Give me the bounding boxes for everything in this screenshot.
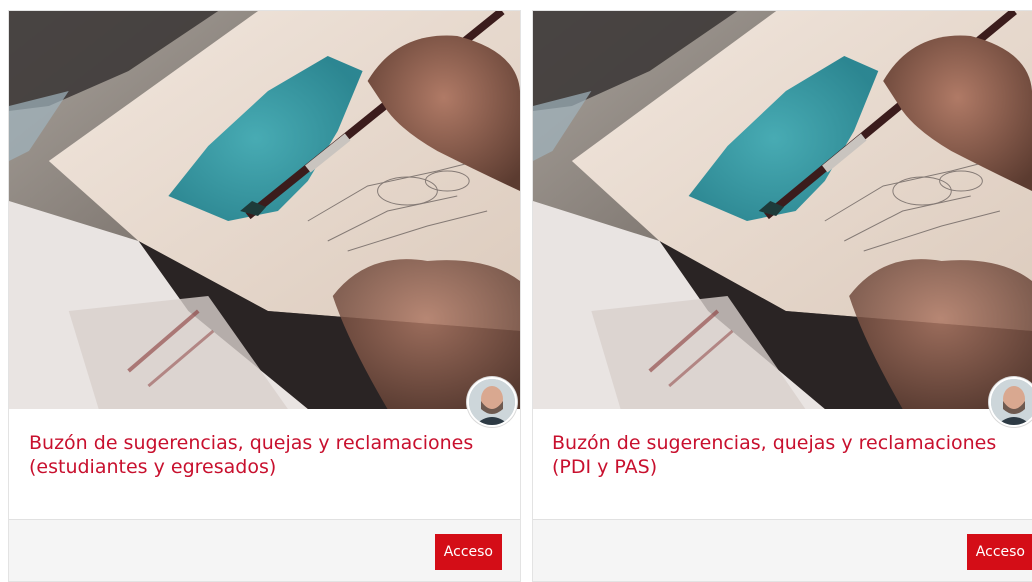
course-image[interactable] — [9, 11, 520, 409]
card-footer: Acceso — [9, 519, 520, 581]
access-button[interactable]: Acceso — [434, 534, 502, 570]
access-button[interactable]: Acceso — [966, 534, 1032, 570]
course-title-link[interactable]: Buzón de sugerencias, quejas y reclamaci… — [29, 431, 489, 479]
card-footer: Acceso — [533, 519, 1032, 581]
author-avatar[interactable] — [989, 377, 1032, 427]
author-avatar[interactable] — [467, 377, 517, 427]
course-card[interactable]: Buzón de sugerencias, quejas y reclamaci… — [532, 10, 1032, 582]
course-image[interactable] — [533, 11, 1032, 409]
course-grid: Buzón de sugerencias, quejas y reclamaci… — [0, 0, 1032, 582]
course-title-link[interactable]: Buzón de sugerencias, quejas y reclamaci… — [552, 431, 1012, 479]
course-card[interactable]: Buzón de sugerencias, quejas y reclamaci… — [8, 10, 521, 582]
